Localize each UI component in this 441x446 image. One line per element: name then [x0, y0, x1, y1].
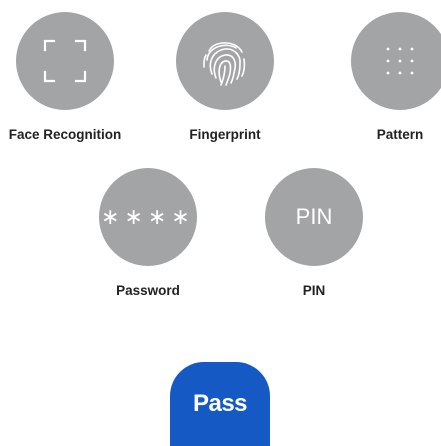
face-recognition-label: Face Recognition — [8, 127, 122, 142]
pattern-dots-icon[interactable] — [351, 12, 441, 110]
pin-text-icon[interactable]: PIN — [265, 168, 363, 266]
fingerprint-option[interactable]: Fingerprint — [155, 12, 295, 142]
pass-label: Pass — [192, 390, 248, 417]
samsung-pass-logo[interactable]: Pass — [170, 362, 270, 446]
password-option[interactable]: ∗∗∗∗ Password — [78, 168, 218, 298]
face-frame-icon[interactable] — [16, 12, 114, 110]
password-label: Password — [116, 283, 180, 298]
pin-glyph: PIN — [295, 204, 333, 229]
pattern-label: Pattern — [376, 127, 424, 142]
pin-option[interactable]: PIN PIN — [244, 168, 384, 298]
pattern-option[interactable]: Pattern — [330, 12, 441, 142]
password-glyph: ∗∗∗∗ — [101, 204, 195, 230]
fingerprint-label: Fingerprint — [189, 127, 261, 142]
face-recognition-option[interactable]: Face Recognition — [0, 12, 135, 142]
fingerprint-icon[interactable] — [176, 12, 274, 110]
pin-label: PIN — [302, 283, 326, 298]
password-asterisks-icon[interactable]: ∗∗∗∗ — [99, 168, 197, 266]
